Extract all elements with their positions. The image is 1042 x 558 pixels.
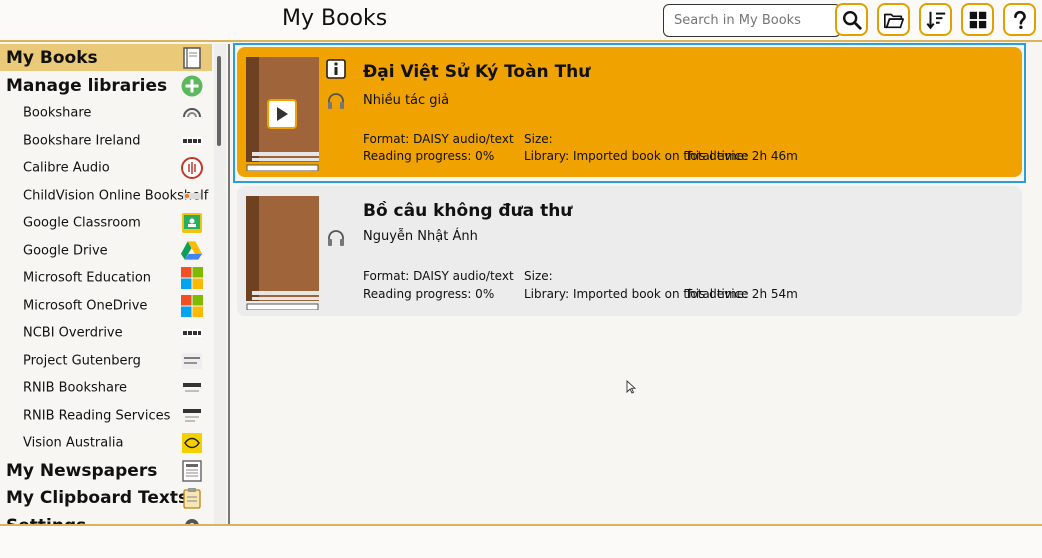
play-button[interactable] (267, 99, 297, 129)
play-icon (277, 107, 288, 121)
sort-down-icon (925, 11, 945, 29)
sidebar-item-label: My Newspapers (6, 460, 158, 481)
sidebar-item-google-drive[interactable]: Google Drive (0, 237, 212, 264)
sidebar-item-label: NCBI Overdrive (23, 325, 123, 340)
panel-divider[interactable] (228, 44, 230, 524)
sidebar-item-label: RNIB Reading Services (23, 408, 171, 423)
sidebar-item-childvision[interactable]: ChildVision Online Bookshelf (0, 182, 212, 209)
book-cover-icon (246, 196, 319, 310)
sidebar-item-label: Bookshare (23, 105, 92, 120)
sidebar-item-bookshare-ireland[interactable]: Bookshare Ireland (0, 127, 212, 154)
settings-icon (180, 514, 203, 524)
grid-view-button[interactable] (961, 3, 994, 36)
sidebar: My Books Manage libraries Bookshare Book… (0, 44, 226, 524)
book-size: Size: (524, 269, 553, 283)
sort-button[interactable] (919, 3, 952, 36)
magnifier-icon (842, 10, 862, 30)
microsoft-logo-icon (180, 266, 203, 289)
book-total-time: Total time: 2h 54m (685, 287, 798, 301)
book-format: Format: DAISY audio/text (363, 132, 514, 146)
sidebar-item-rnib-reading-services[interactable]: RNIB Reading Services (0, 402, 212, 429)
sidebar-item-label: Google Drive (23, 243, 108, 258)
question-icon (1013, 10, 1026, 29)
book-format: Format: DAISY audio/text (363, 269, 514, 283)
gutenberg-logo-icon (180, 349, 203, 372)
calibre-logo-icon (180, 156, 203, 179)
sidebar-item-label: Vision Australia (23, 435, 124, 450)
sidebar-item-label: Project Gutenberg (23, 353, 141, 368)
sidebar-item-calibre-audio[interactable]: Calibre Audio (0, 154, 212, 181)
sidebar-item-label: Settings (6, 516, 86, 525)
sidebar-item-microsoft-education[interactable]: Microsoft Education (0, 264, 212, 291)
book-size: Size: (524, 132, 553, 146)
sidebar-item-my-newspapers[interactable]: My Newspapers (0, 457, 212, 484)
book-progress: Reading progress: 0% (363, 149, 495, 163)
open-folder-button[interactable] (877, 3, 910, 36)
sidebar-scrollbar-thumb[interactable] (217, 56, 221, 146)
vision-australia-logo-icon (180, 431, 203, 454)
book-title: Đại Việt Sử Ký Toàn Thư (363, 62, 591, 82)
sidebar-item-label: RNIB Bookshare (23, 380, 128, 395)
sidebar-item-my-clipboard-texts[interactable]: My Clipboard Texts (0, 484, 212, 511)
mouse-cursor-icon (626, 380, 636, 394)
sidebar-item-project-gutenberg[interactable]: Project Gutenberg (0, 347, 212, 374)
bottom-bar (0, 526, 1042, 558)
sidebar-item-label: Google Classroom (23, 215, 141, 230)
childvision-logo-icon (180, 184, 203, 207)
sidebar-item-label: Microsoft Education (23, 270, 152, 285)
sidebar-item-manage-libraries[interactable]: Manage libraries (0, 72, 212, 99)
bookshare-logo-icon (180, 101, 203, 124)
grid-icon (969, 11, 986, 28)
app-header: My Books (0, 0, 1042, 42)
google-drive-icon (180, 239, 203, 262)
help-button[interactable] (1003, 3, 1036, 36)
sidebar-item-google-classroom[interactable]: Google Classroom (0, 209, 212, 236)
sidebar-item-label: Calibre Audio (23, 160, 110, 175)
ncbi-logo-icon (180, 129, 203, 152)
newspaper-icon (180, 459, 203, 482)
sidebar-item-settings[interactable]: Settings (0, 512, 212, 524)
book-author: Nguyễn Nhật Ánh (363, 229, 478, 244)
headphones-icon (328, 93, 344, 109)
sidebar-item-bookshare[interactable]: Bookshare (0, 99, 212, 126)
folder-open-icon (883, 13, 904, 28)
book-item[interactable]: Bồ câu không đưa thư Nguyễn Nhật Ánh For… (237, 186, 1022, 316)
sidebar-item-label: Manage libraries (6, 75, 168, 96)
search-input[interactable] (663, 4, 841, 37)
ncbi-logo-icon (180, 321, 203, 344)
sidebar-item-vision-australia[interactable]: Vision Australia (0, 429, 212, 456)
search-button[interactable] (835, 3, 868, 36)
sidebar-item-label: Microsoft OneDrive (23, 298, 148, 313)
sidebar-item-rnib-bookshare[interactable]: RNIB Bookshare (0, 374, 212, 401)
book-total-time: Total time: 2h 46m (685, 149, 798, 163)
sidebar-item-my-books[interactable]: My Books (0, 44, 212, 71)
page-title: My Books (282, 6, 388, 31)
sidebar-item-label: My Clipboard Texts (6, 487, 189, 508)
book-icon (180, 46, 203, 69)
sidebar-item-microsoft-onedrive[interactable]: Microsoft OneDrive (0, 292, 212, 319)
info-icon[interactable] (326, 59, 346, 79)
book-item[interactable]: Đại Việt Sử Ký Toàn Thư Nhiều tác giả Fo… (237, 47, 1022, 177)
clipboard-icon (180, 486, 203, 509)
rnib-logo-icon (180, 376, 203, 399)
book-author: Nhiều tác giả (363, 93, 450, 108)
book-progress: Reading progress: 0% (363, 287, 495, 301)
headphones-icon (328, 230, 344, 246)
sidebar-item-label: My Books (6, 47, 98, 68)
sidebar-item-label: Bookshare Ireland (23, 133, 141, 148)
add-circle-icon (180, 74, 203, 97)
microsoft-logo-icon (180, 294, 203, 317)
sidebar-item-ncbi-overdrive[interactable]: NCBI Overdrive (0, 319, 212, 346)
book-title: Bồ câu không đưa thư (363, 201, 573, 221)
google-classroom-icon (180, 211, 203, 234)
rnib-logo-icon (180, 404, 203, 427)
